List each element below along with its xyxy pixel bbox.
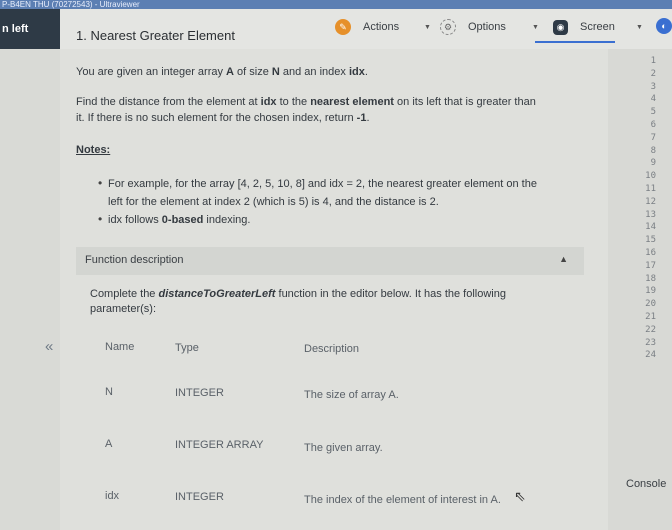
options-menu-button[interactable]: ⚙ Options: [440, 17, 506, 37]
line-number: 10: [645, 171, 656, 182]
line-number: 22: [645, 324, 656, 335]
param-description: The index of the element of interest in …: [304, 494, 501, 506]
line-number: 2: [650, 68, 656, 79]
collapse-panel-icon[interactable]: «: [45, 338, 53, 355]
function-description-label: Function description: [85, 254, 184, 266]
line-number: 19: [645, 286, 656, 297]
line-number: 8: [650, 145, 656, 156]
app-logo-icon[interactable]: ◐: [656, 18, 672, 34]
line-number: 14: [645, 222, 656, 233]
line-number: 18: [645, 273, 656, 284]
line-number: 3: [650, 81, 656, 92]
line-number: 17: [645, 260, 656, 271]
note-1-line1: For example, for the array [4, 2, 5, 10,…: [108, 178, 537, 190]
line-number: 24: [645, 350, 656, 361]
param-type: INTEGER ARRAY: [175, 439, 264, 451]
bullet-icon: •: [98, 176, 103, 190]
note-2: idx follows 0-based indexing.: [108, 214, 251, 226]
active-tab-indicator: [535, 41, 615, 43]
chevron-down-icon[interactable]: ▼: [636, 24, 643, 31]
line-number: 12: [645, 196, 656, 207]
gear-icon: ⚙: [440, 19, 456, 35]
fd-line1: Complete the distanceToGreaterLeft funct…: [90, 288, 506, 300]
window-title: P-B4EN THU (70272543) - Ultraviewer: [0, 0, 672, 9]
param-description: The size of array A.: [304, 389, 399, 401]
chevron-down-icon[interactable]: ▼: [424, 24, 431, 31]
intro-paragraph: You are given an integer array A of size…: [76, 66, 368, 78]
page-title: 1. Nearest Greater Element: [76, 28, 235, 43]
line-number: 21: [645, 312, 656, 322]
mouse-cursor-icon: ⇖: [514, 488, 526, 504]
line-number: 4: [650, 94, 656, 105]
chevron-down-icon[interactable]: ▼: [532, 24, 539, 31]
param-description: The given array.: [304, 442, 383, 454]
line-number: 16: [645, 248, 656, 258]
param-type: INTEGER: [175, 491, 224, 503]
bullet-icon: •: [98, 212, 103, 226]
screen-icon: ◉: [553, 19, 568, 35]
pencil-icon: ✎: [335, 19, 351, 35]
console-tab[interactable]: Console: [626, 478, 666, 490]
task-paragraph-line1: Find the distance from the element at id…: [76, 96, 536, 108]
line-number: 1: [650, 56, 656, 66]
param-name: idx: [105, 490, 120, 502]
param-name: N: [105, 386, 113, 398]
param-name: A: [105, 438, 113, 450]
screen-label: Screen: [580, 21, 615, 33]
line-number: 15: [645, 235, 656, 246]
col-header-name: Name: [105, 341, 135, 353]
line-number: 11: [645, 184, 656, 194]
param-type: INTEGER: [175, 387, 224, 399]
line-number: 20: [645, 299, 656, 310]
line-number: 7: [650, 132, 656, 143]
line-number: 6: [650, 120, 656, 130]
col-header-type: Type: [175, 342, 199, 354]
line-number: 23: [645, 337, 656, 348]
options-label: Options: [468, 21, 506, 33]
notes-heading: Notes:: [76, 144, 111, 156]
line-number: 9: [650, 158, 656, 169]
left-panel-label: n left: [2, 23, 29, 35]
task-paragraph-line2: it. If there is no such element for the …: [76, 112, 370, 124]
line-number: 13: [645, 209, 656, 220]
fd-line2: parameter(s):: [90, 303, 157, 315]
screen-menu-button[interactable]: ◉ Screen: [553, 17, 615, 37]
col-header-description: Description: [304, 343, 360, 355]
function-description-toggle[interactable]: Function description ▲: [76, 247, 584, 275]
actions-menu-button[interactable]: ✎ Actions: [335, 17, 399, 37]
chevron-up-icon: ▲: [559, 254, 568, 264]
note-1-line2: left for the element at index 2 (which i…: [108, 196, 439, 208]
line-number: 5: [650, 107, 656, 118]
actions-label: Actions: [363, 21, 400, 33]
left-panel-tab[interactable]: n left: [0, 9, 60, 49]
